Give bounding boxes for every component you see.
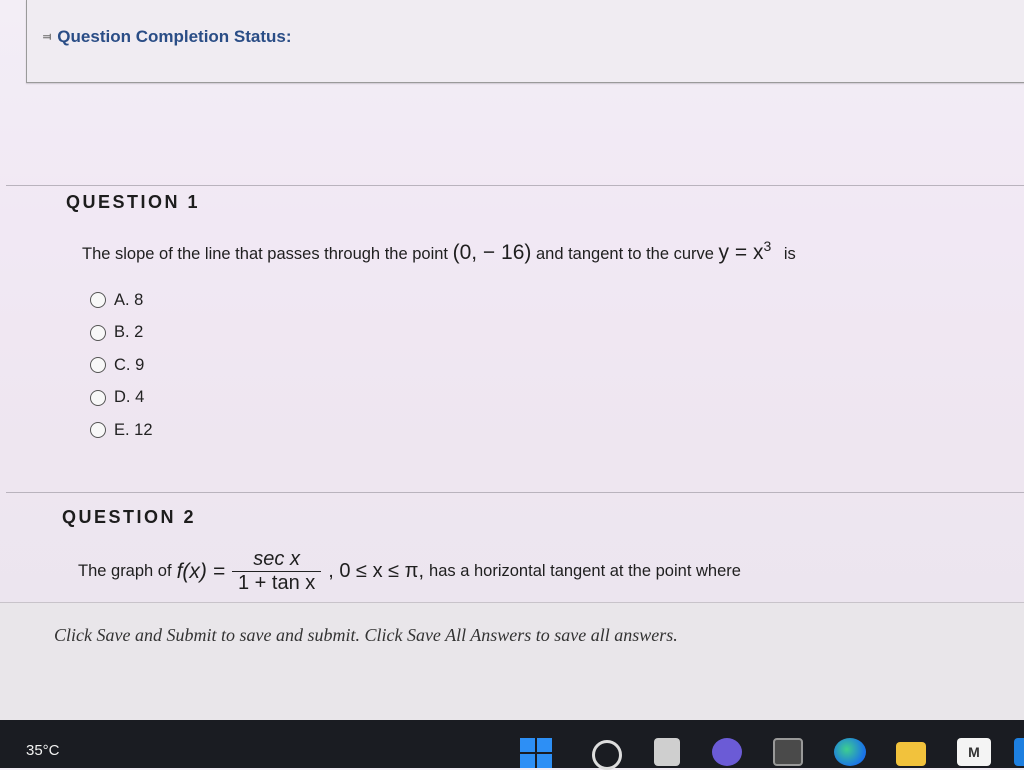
radio-button[interactable] [90, 324, 106, 341]
question-1-text: The slope of the line that passes throug… [82, 238, 796, 264]
chevron-down-icon: ⫤ [43, 30, 52, 43]
store-icon[interactable] [773, 738, 803, 766]
footer-instructions: Click Save and Submit to save and submit… [54, 625, 678, 645]
search-icon[interactable] [592, 740, 622, 770]
answer-choices: A. 8 B. 2 C. 9 D. 4 E. 12 [90, 284, 153, 447]
taskbar: 35°C M [0, 720, 1024, 770]
completion-status-toggle[interactable]: ⫤ Question Completion Status: [43, 27, 292, 47]
point-expression: (0, − 16) [452, 241, 532, 264]
section-divider [6, 185, 1024, 186]
fraction-numerator: sec x [253, 548, 300, 570]
choice-c[interactable]: C. 9 [90, 349, 153, 382]
completion-status-title: Question Completion Status: [57, 27, 292, 46]
radio-button[interactable] [90, 292, 106, 309]
section-divider [6, 492, 1024, 493]
app-icon[interactable] [1014, 738, 1024, 766]
chat-icon[interactable] [712, 738, 742, 766]
browser-icon[interactable] [834, 738, 866, 766]
radio-button[interactable] [90, 422, 106, 439]
task-view-icon[interactable] [654, 738, 680, 766]
windows-start-icon[interactable] [520, 738, 552, 768]
file-explorer-icon[interactable] [896, 742, 926, 766]
curve-expression: y = x3 [718, 238, 772, 264]
fraction: sec x 1 + tan x [231, 548, 322, 595]
function-lhs: f(x) = [176, 559, 225, 583]
choice-a[interactable]: A. 8 [90, 284, 153, 317]
domain-expression: , 0 ≤ x ≤ π, [328, 560, 425, 582]
radio-button[interactable] [90, 357, 106, 374]
radio-button[interactable] [90, 389, 106, 406]
question-2-heading: QUESTION 2 [62, 507, 197, 527]
mathway-app-icon[interactable]: M [957, 738, 991, 766]
choice-e[interactable]: E. 12 [90, 414, 153, 447]
submission-footer: Click Save and Submit to save and submit… [0, 602, 1024, 721]
choice-d[interactable]: D. 4 [90, 382, 153, 415]
question-1-heading: QUESTION 1 [66, 192, 201, 212]
question-completion-status-panel: ⫤ Question Completion Status: [26, 0, 1024, 83]
fraction-denominator: 1 + tan x [231, 571, 322, 595]
question-2-text: The graph of f(x) = sec x 1 + tan x , 0 … [78, 548, 741, 595]
choice-b[interactable]: B. 2 [90, 317, 153, 350]
weather-widget[interactable]: 35°C [26, 742, 60, 759]
